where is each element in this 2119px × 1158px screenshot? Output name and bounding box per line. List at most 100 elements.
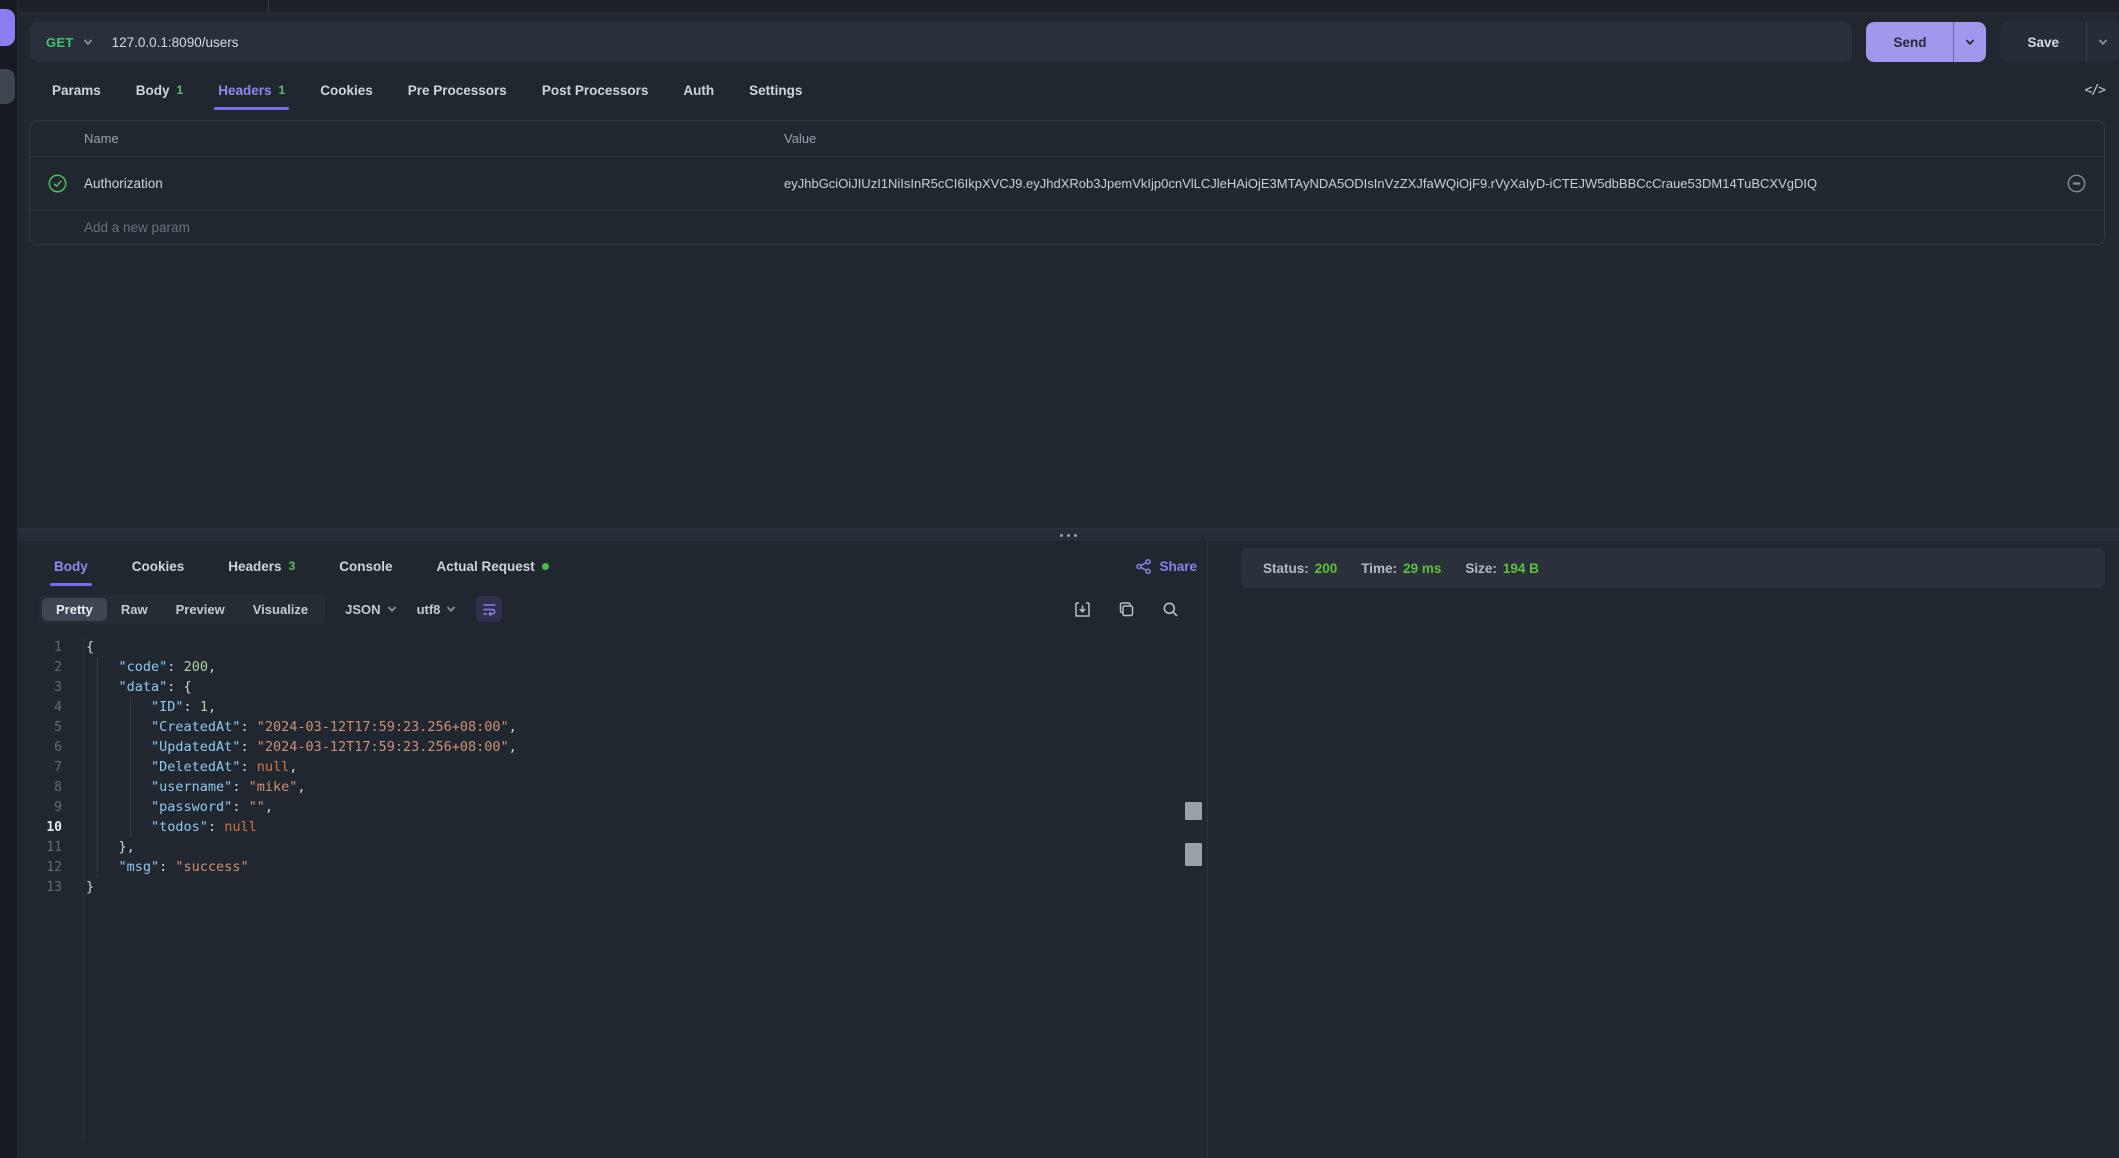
code-line[interactable]: 6 "UpdatedAt": "2024-03-12T17:59:23.256+… — [18, 737, 1207, 757]
code-line[interactable]: 5 "CreatedAt": "2024-03-12T17:59:23.256+… — [18, 717, 1207, 737]
status-value: 200 — [1315, 561, 1338, 576]
code-text: "username": "mike", — [86, 779, 306, 795]
tab-response-cookies[interactable]: Cookies — [132, 542, 185, 590]
tab-body[interactable]: Body1 — [136, 68, 183, 112]
code-line[interactable]: 9 "password": "", — [18, 797, 1207, 817]
code-line[interactable]: 10 "todos": null — [18, 817, 1207, 837]
url-bar: GET — [30, 22, 1852, 62]
code-line[interactable]: 13} — [18, 877, 1207, 897]
remove-header-button[interactable] — [2048, 174, 2104, 193]
line-number: 6 — [18, 740, 62, 755]
tab-response-headers[interactable]: Headers3 — [228, 542, 295, 590]
request-section: GET Send Save Params Body1 Headers1 Cook… — [18, 13, 2119, 528]
view-mode-preview[interactable]: Preview — [162, 598, 239, 621]
top-edge-bar — [18, 0, 2119, 13]
code-line[interactable]: 8 "username": "mike", — [18, 777, 1207, 797]
save-button[interactable]: Save — [2000, 22, 2119, 62]
tab-response-body[interactable]: Body — [54, 542, 88, 590]
collapsed-request-tabs-strip — [0, 0, 18, 1158]
header-enabled-checkbox[interactable] — [30, 174, 84, 193]
line-number: 4 — [18, 700, 62, 715]
chevron-down-icon — [1965, 37, 1975, 47]
line-number: 5 — [18, 720, 62, 735]
code-line[interactable]: 1{ — [18, 637, 1207, 657]
tab-post-processors[interactable]: Post Processors — [542, 68, 649, 112]
tab-params[interactable]: Params — [52, 68, 101, 112]
code-line[interactable]: 3 "data": { — [18, 677, 1207, 697]
method-select[interactable]: GET — [46, 35, 74, 50]
format-select[interactable]: JSON — [345, 602, 396, 617]
line-number: 3 — [18, 680, 62, 695]
inactive-request-tab-pill[interactable] — [0, 69, 15, 104]
code-text: }, — [86, 839, 135, 855]
code-line[interactable]: 4 "ID": 1, — [18, 697, 1207, 717]
line-number: 2 — [18, 660, 62, 675]
response-tab-bar: Body Cookies Headers3 Console Actual Req… — [18, 542, 1207, 590]
line-number: 7 — [18, 760, 62, 775]
tab-actual-request[interactable]: Actual Request — [437, 542, 549, 590]
code-text: "code": 200, — [86, 659, 216, 675]
chevron-down-icon — [446, 604, 456, 614]
response-status-bar: Status: 200 Time: 29 ms Size: 194 B — [1241, 548, 2105, 588]
code-line[interactable]: 7 "DeletedAt": null, — [18, 757, 1207, 777]
tab-headers[interactable]: Headers1 — [218, 68, 285, 112]
send-button[interactable]: Send — [1866, 22, 1986, 62]
status-label: Status: — [1263, 561, 1309, 576]
view-mode-raw[interactable]: Raw — [107, 598, 162, 621]
chevron-down-icon — [2098, 37, 2108, 47]
save-options-dropdown[interactable] — [2086, 22, 2119, 62]
tab-pre-processors[interactable]: Pre Processors — [408, 68, 507, 112]
word-wrap-button[interactable] — [476, 596, 502, 622]
response-action-icons — [1074, 601, 1179, 618]
encoding-select[interactable]: utf8 — [417, 602, 457, 617]
share-button[interactable]: Share — [1136, 559, 1197, 574]
line-number: 1 — [18, 640, 62, 655]
code-line[interactable]: 2 "code": 200, — [18, 657, 1207, 677]
request-tab-bar: Params Body1 Headers1 Cookies Pre Proces… — [18, 68, 2119, 112]
line-number: 13 — [18, 880, 62, 895]
share-label: Share — [1159, 559, 1197, 574]
column-name: Name — [84, 131, 784, 146]
tab-auth[interactable]: Auth — [683, 68, 714, 112]
column-value: Value — [784, 131, 2048, 146]
tab-settings[interactable]: Settings — [749, 68, 802, 112]
line-number: 11 — [18, 840, 62, 855]
scrollbar-mark[interactable] — [1185, 843, 1202, 866]
line-number: 10 — [18, 820, 62, 835]
view-mode-pretty[interactable]: Pretty — [42, 598, 107, 621]
header-name-cell[interactable]: Authorization — [84, 176, 784, 191]
view-mode-switcher: Pretty Raw Preview Visualize — [39, 595, 325, 624]
url-input[interactable] — [112, 35, 1837, 50]
scrollbar-mark[interactable] — [1185, 802, 1202, 820]
code-line[interactable]: 11 }, — [18, 837, 1207, 857]
add-param-row[interactable]: Add a new param — [30, 210, 2104, 244]
share-icon — [1136, 559, 1151, 574]
code-line[interactable]: 12 "msg": "success" — [18, 857, 1207, 877]
chevron-down-icon[interactable] — [83, 37, 93, 47]
line-number: 8 — [18, 780, 62, 795]
download-icon[interactable] — [1074, 601, 1091, 618]
word-wrap-icon — [482, 602, 497, 617]
code-text: "password": "", — [86, 799, 273, 815]
header-value-cell[interactable]: eyJhbGciOiJIUzI1NiIsInR5cCI6IkpXVCJ9.eyJ… — [784, 176, 2048, 191]
time-label: Time: — [1361, 561, 1397, 576]
tab-response-console[interactable]: Console — [339, 542, 392, 590]
json-response-editor[interactable]: 1{2 "code": 200,3 "data": {4 "ID": 1,5 "… — [18, 628, 1207, 1158]
search-icon[interactable] — [1162, 601, 1179, 618]
code-toggle-icon[interactable]: </> — [2085, 83, 2105, 98]
code-text: "ID": 1, — [86, 699, 216, 715]
code-text: "data": { — [86, 679, 192, 695]
tab-cookies[interactable]: Cookies — [320, 68, 373, 112]
line-number: 9 — [18, 800, 62, 815]
headers-table-header: Name Value — [30, 121, 2104, 156]
send-options-dropdown[interactable] — [1953, 22, 1986, 62]
actual-request-indicator-dot — [542, 563, 549, 570]
header-row-authorization[interactable]: Authorization eyJhbGciOiJIUzI1NiIsInR5cC… — [30, 156, 2104, 210]
panel-splitter[interactable] — [18, 528, 2119, 542]
response-meta-panel: Status: 200 Time: 29 ms Size: 194 B — [1208, 542, 2119, 1158]
active-request-tab-pill[interactable] — [0, 9, 15, 46]
view-mode-visualize[interactable]: Visualize — [239, 598, 322, 621]
response-section: Body Cookies Headers3 Console Actual Req… — [18, 542, 2119, 1158]
copy-icon[interactable] — [1118, 601, 1135, 618]
time-value: 29 ms — [1403, 561, 1441, 576]
